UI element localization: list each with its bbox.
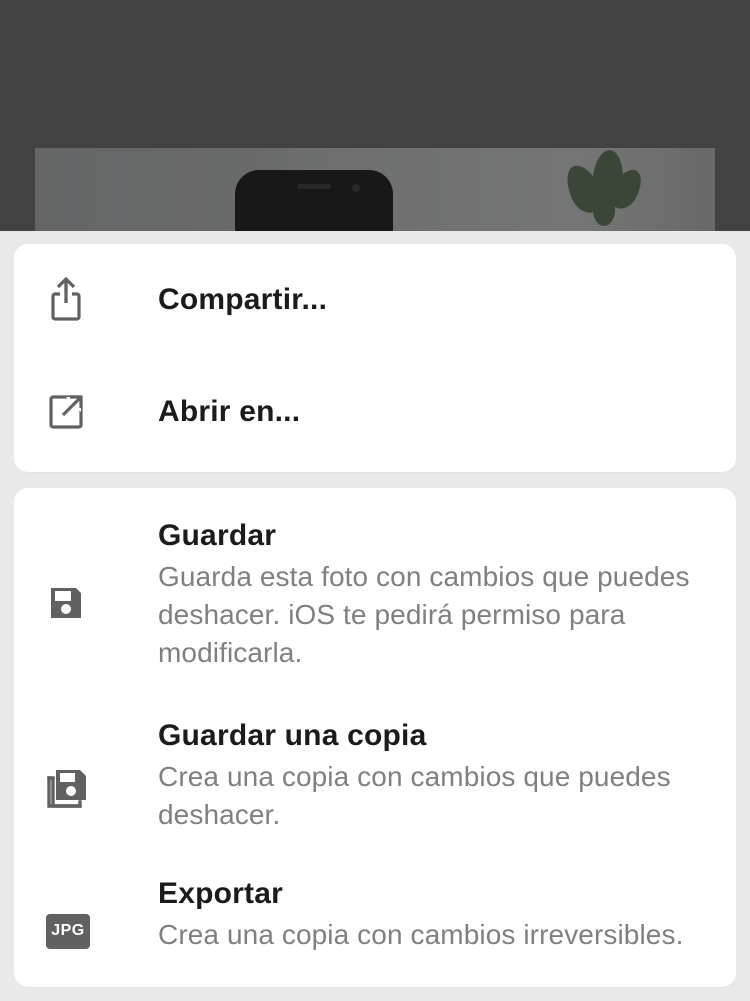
menu-item-share[interactable]: Compartir... (14, 244, 736, 356)
action-sheet-group-2: Guardar Guarda esta foto con cambios que… (14, 488, 736, 987)
background-dimmed (0, 0, 750, 231)
menu-item-label: Compartir... (158, 282, 704, 318)
menu-item-subtitle: Guarda esta foto con cambios que puedes … (158, 558, 704, 671)
menu-item-subtitle: Crea una copia con cambios irreversibles… (158, 916, 704, 954)
menu-item-save[interactable]: Guardar Guarda esta foto con cambios que… (14, 488, 736, 688)
menu-item-subtitle: Crea una copia con cambios que puedes de… (158, 758, 704, 834)
save-icon (46, 583, 158, 623)
menu-item-title: Guardar una copia (158, 718, 704, 754)
menu-item-title: Guardar (158, 518, 704, 554)
menu-item-label: Abrir en... (158, 394, 704, 430)
menu-item-title: Exportar (158, 876, 704, 912)
share-icon (46, 277, 158, 323)
menu-item-export[interactable]: JPG Exportar Crea una copia con cambios … (14, 858, 736, 986)
open-in-icon (46, 392, 158, 432)
menu-item-save-copy[interactable]: Guardar una copia Crea una copia con cam… (14, 688, 736, 858)
menu-item-open-in[interactable]: Abrir en... (14, 356, 736, 468)
action-sheet-group-1: Compartir... Abrir en... (14, 244, 736, 472)
jpg-badge-icon: JPG (46, 914, 158, 949)
save-copy-icon (46, 766, 158, 810)
jpg-badge-text: JPG (46, 914, 90, 949)
dim-overlay (0, 0, 750, 231)
